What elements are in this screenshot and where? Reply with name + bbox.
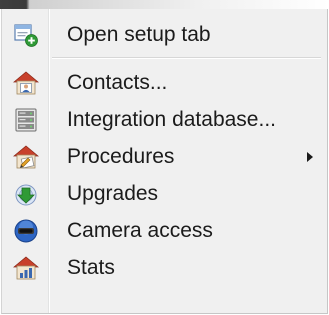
menu-item-upgrades[interactable]: Upgrades [5, 175, 324, 212]
upgrades-icon [13, 181, 39, 207]
contacts-icon [13, 70, 39, 96]
menu-item-label: Integration database... [67, 108, 276, 131]
menu-item-procedures[interactable]: Procedures [5, 138, 324, 175]
menu-item-label: Contacts... [67, 71, 168, 94]
open-setup-tab-icon [13, 22, 39, 48]
menu-item-label: Procedures [67, 145, 175, 168]
menu-item-camera-access[interactable]: Camera access [5, 212, 324, 249]
menu-item-open-setup-tab[interactable]: Open setup tab [5, 16, 324, 53]
submenu-arrow-icon [307, 152, 313, 162]
menu-item-contacts[interactable]: Contacts... [5, 64, 324, 101]
menu-item-label: Stats [67, 256, 115, 279]
context-menu: Open setup tab Contacts... Integration d… [1, 9, 328, 314]
integration-database-icon [13, 107, 39, 133]
procedures-icon [13, 144, 39, 170]
menu-item-label: Camera access [67, 219, 213, 242]
menu-item-stats[interactable]: Stats [5, 249, 324, 286]
menu-separator [52, 57, 321, 59]
menu-item-label: Upgrades [67, 182, 159, 205]
window-edge [0, 0, 329, 9]
menu-item-integration-database[interactable]: Integration database... [5, 101, 324, 138]
menu-item-label: Open setup tab [67, 23, 211, 46]
camera-access-icon [13, 218, 39, 244]
stats-icon [13, 255, 39, 281]
